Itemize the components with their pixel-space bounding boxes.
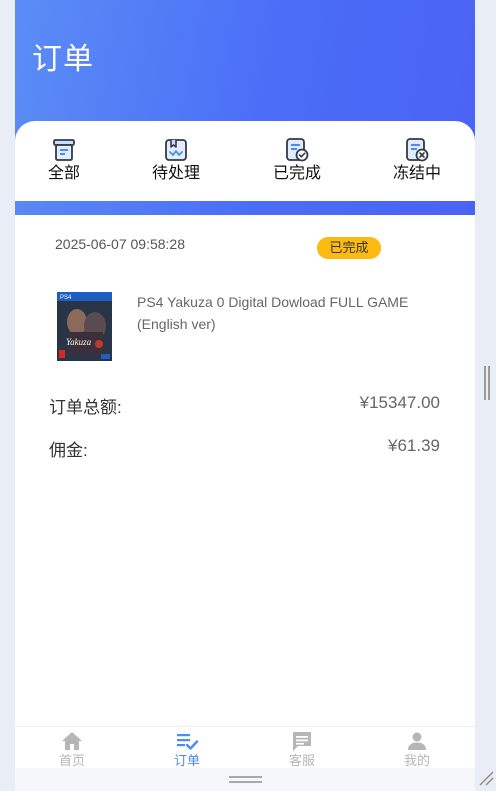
pending-icon xyxy=(165,139,187,161)
tab-label: 待处理 xyxy=(151,165,200,182)
thumb-title-text: Yakuza xyxy=(66,337,92,347)
status-badge: 已完成 xyxy=(317,237,381,259)
order-total-value: ¥15347.00 xyxy=(359,393,440,412)
tabbar-label: 客服 xyxy=(288,753,315,768)
all-orders-icon xyxy=(53,139,75,161)
page-title: 订单 xyxy=(32,43,94,76)
tab-pending[interactable]: 待处理 xyxy=(136,137,216,187)
tabbar-label: 首页 xyxy=(58,753,85,768)
tabbar-label: 我的 xyxy=(403,753,430,768)
drag-handle-icon[interactable] xyxy=(229,776,262,784)
completed-icon xyxy=(286,138,309,162)
commission-label: 佣金: xyxy=(49,441,88,460)
tabbar-profile[interactable]: 我的 xyxy=(367,727,467,769)
bottom-tabbar: 首页 订单 客服 我的 xyxy=(15,726,475,769)
order-filter-tabs: 全部 待处理 已完成 冻结中 xyxy=(15,121,475,201)
tab-label: 全部 xyxy=(47,165,80,182)
order-time: 2025-06-07 09:58:28 xyxy=(55,236,185,252)
thumb-brand-text: PS4 xyxy=(60,295,72,301)
scrollbar-grip-icon[interactable] xyxy=(484,366,490,400)
tabbar-service[interactable]: 客服 xyxy=(252,727,352,769)
resize-grip-icon[interactable] xyxy=(478,770,494,786)
tab-label: 冻结中 xyxy=(392,165,441,182)
user-icon xyxy=(408,732,426,750)
tab-frozen[interactable]: 冻结中 xyxy=(377,137,457,187)
tabbar-orders[interactable]: 订单 xyxy=(137,727,237,769)
home-icon xyxy=(62,732,82,750)
tabbar-label: 订单 xyxy=(173,753,200,768)
chat-icon xyxy=(293,732,311,751)
order-list-icon xyxy=(177,734,199,750)
app-screen: 订单 全部 待处理 已完成 冻结中 2025-06-07 09:58:28 已完… xyxy=(15,0,475,791)
tabbar-home[interactable]: 首页 xyxy=(22,727,122,769)
product-name: PS4 Yakuza 0 Digital Dowload FULL GAME (… xyxy=(137,294,409,332)
tab-all[interactable]: 全部 xyxy=(24,137,104,187)
product-thumbnail: PS4 Yakuza xyxy=(57,292,112,361)
commission-value: ¥61.39 xyxy=(388,436,440,455)
order-total-label: 订单总额: xyxy=(49,398,122,417)
tab-label: 已完成 xyxy=(272,165,321,182)
tab-completed[interactable]: 已完成 xyxy=(257,137,337,187)
frozen-icon xyxy=(406,138,429,162)
